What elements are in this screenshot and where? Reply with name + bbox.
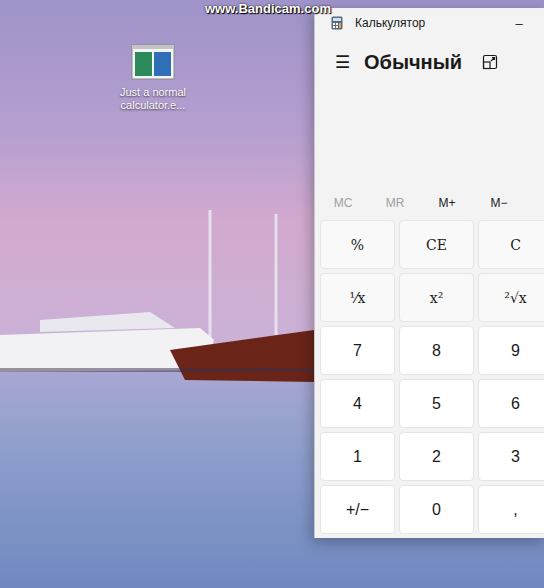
mode-title: Обычный	[364, 51, 462, 74]
watermark: www.Bandicam.com	[202, 0, 334, 17]
desktop-icon-label: Just a normal calculator.e...	[110, 86, 196, 112]
calculator-key[interactable]: C	[478, 220, 544, 269]
calculator-window: Калькулятор– ☰ Обычный MCMRM+M−%CEC ⅟xx²²√x 7…	[314, 8, 544, 538]
desktop-icon[interactable]: Just a normal calculator.e...	[110, 44, 196, 112]
calculator-key[interactable]: ⅟x	[320, 273, 395, 322]
memory-button[interactable]: M−	[473, 194, 525, 212]
calculator-key[interactable]: 7	[320, 326, 395, 375]
menu-button[interactable]: ☰	[329, 52, 356, 73]
calculator-key[interactable]: ²√x	[478, 273, 544, 322]
memory-button[interactable]: MC	[317, 194, 369, 212]
calculator-key[interactable]: x²	[399, 273, 474, 322]
calculator-key[interactable]: 0	[399, 485, 474, 534]
keep-on-top-icon	[482, 54, 498, 70]
keypad: %CEC ⅟xx²²√x 789 456 123 +/−0,	[315, 216, 544, 538]
calculator-key[interactable]: 1	[320, 432, 395, 481]
minimize-button[interactable]: –	[496, 9, 542, 37]
title-bar: Калькулятор–	[315, 8, 544, 38]
calculator-key[interactable]: 2	[399, 432, 474, 481]
calculator-key[interactable]: 9	[478, 326, 544, 375]
calculator-key[interactable]: %	[320, 220, 395, 269]
memory-row: MCMRM+M−	[315, 190, 544, 216]
window-title: Калькулятор	[355, 16, 484, 30]
calculator-key[interactable]: 3	[478, 432, 544, 481]
calculator-key[interactable]: 6	[478, 379, 544, 428]
calculator-key[interactable]: 4	[320, 379, 395, 428]
calculator-app-icon	[331, 16, 343, 30]
calculator-key[interactable]: 5	[399, 379, 474, 428]
calculator-header: ☰ Обычный	[315, 38, 544, 82]
calculator-key[interactable]: +/−	[320, 485, 395, 534]
calculator-key[interactable]: 8	[399, 326, 474, 375]
executable-file-icon	[131, 44, 175, 80]
memory-button[interactable]: M+	[421, 194, 473, 212]
calculator-key[interactable]: CE	[399, 220, 474, 269]
keep-on-top-button[interactable]	[480, 52, 500, 72]
calculator-key[interactable]: ,	[478, 485, 544, 534]
boats-icon	[0, 200, 314, 400]
memory-button[interactable]: MR	[369, 194, 421, 212]
desktop: Just a normal calculator.e... Калькулятор…	[0, 0, 544, 588]
result-display	[315, 82, 544, 190]
